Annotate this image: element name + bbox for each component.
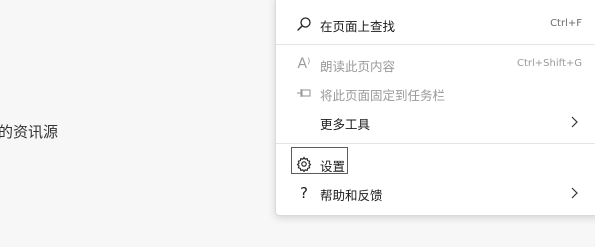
- menu-item-more-tools[interactable]: 更多工具: [276, 108, 595, 136]
- settings-highlight-box: [291, 147, 348, 174]
- read-aloud-icon: A⁾: [297, 56, 311, 72]
- menu-separator: [276, 143, 595, 144]
- menu-item-label: 朗读此页内容: [320, 59, 396, 74]
- menu-item-help-and-feedback[interactable]: ? 帮助和反馈: [276, 179, 595, 207]
- menu-separator: [276, 44, 595, 45]
- browser-settings-menu: 在页面上查找 Ctrl+F A⁾ 朗读此页内容 Ctrl+Shift+G 将此页…: [275, 0, 595, 216]
- menu-item-pin-to-taskbar[interactable]: 将此页面固定到任务栏: [276, 79, 595, 107]
- help-icon: ?: [300, 184, 308, 202]
- menu-item-label: 帮助和反馈: [320, 188, 383, 203]
- menu-item-label: 在页面上查找: [320, 19, 396, 34]
- menu-item-read-aloud[interactable]: A⁾ 朗读此页内容 Ctrl+Shift+G: [276, 50, 595, 78]
- menu-item-find-on-page[interactable]: 在页面上查找 Ctrl+F: [276, 10, 595, 38]
- search-icon: [295, 14, 313, 34]
- chevron-right-icon: [571, 116, 578, 128]
- menu-item-label: 将此页面固定到任务栏: [320, 88, 446, 103]
- feed-source-text: 的资讯源: [0, 123, 59, 141]
- shortcut-text: Ctrl+Shift+G: [516, 58, 582, 69]
- menu-item-label: 更多工具: [320, 117, 371, 132]
- shortcut-text: Ctrl+F: [550, 18, 582, 29]
- pin-icon: [295, 83, 313, 103]
- chevron-right-icon: [571, 187, 578, 199]
